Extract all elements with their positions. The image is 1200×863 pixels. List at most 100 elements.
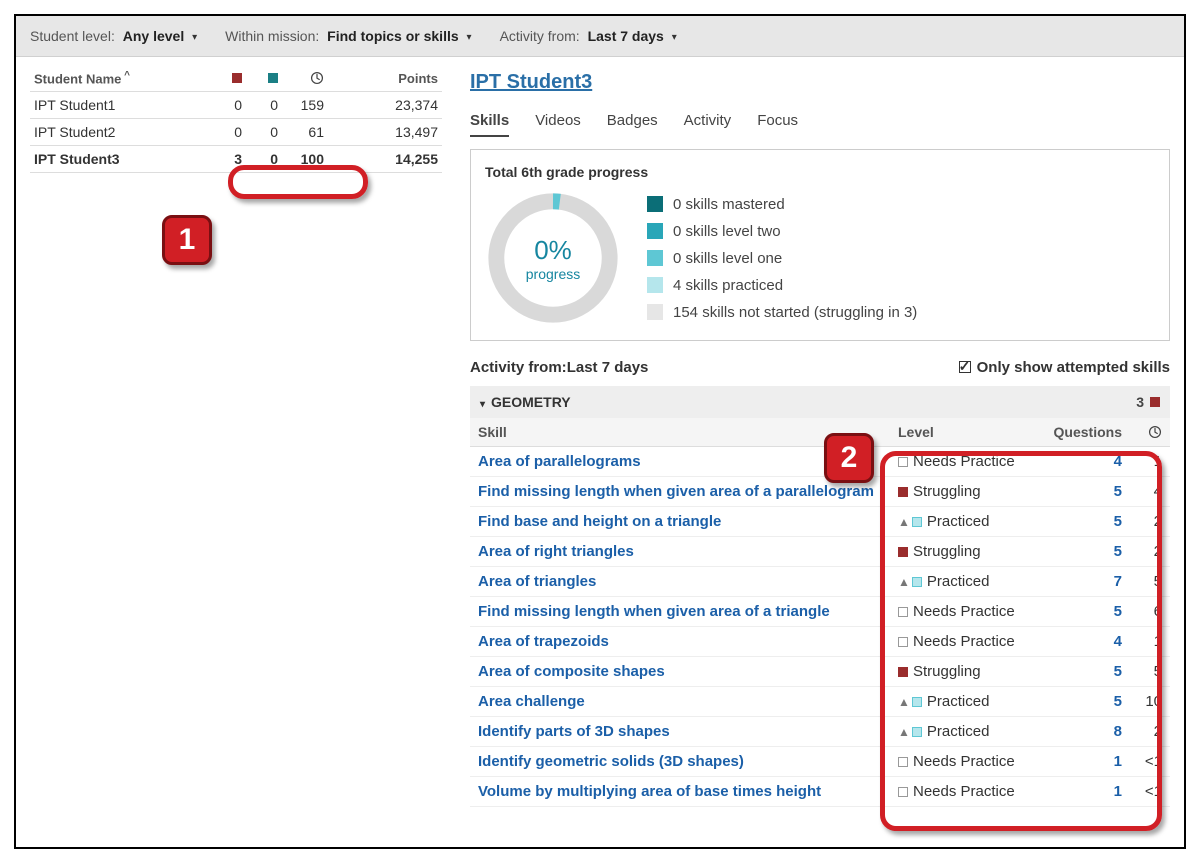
student-table: Student Name ^ Points IPT Student1001592… (30, 65, 442, 173)
cell-questions: 5 (1040, 507, 1130, 537)
level-icon (898, 787, 908, 797)
clock-icon (310, 71, 324, 86)
activity-from-label: Activity from:Last 7 days (470, 359, 648, 376)
cell-time: 1 (1130, 627, 1170, 657)
skill-link[interactable]: Find missing length when given area of a… (478, 603, 830, 620)
skill-link[interactable]: Area of trapezoids (478, 633, 609, 650)
skill-link[interactable]: Area of triangles (478, 573, 596, 590)
col-mastered[interactable] (246, 65, 282, 92)
table-row: Area of parallelogramsNeeds Practice41 (470, 447, 1170, 477)
skill-link[interactable]: Find missing length when given area of a… (478, 483, 874, 500)
swatch-icon (647, 196, 663, 212)
table-row: Find missing length when given area of a… (470, 477, 1170, 507)
tab-skills[interactable]: Skills (470, 112, 509, 137)
cell-time: 6 (1130, 597, 1170, 627)
cell-questions: 7 (1040, 567, 1130, 597)
col-points[interactable]: Points (328, 65, 442, 92)
tab-videos[interactable]: Videos (535, 112, 581, 137)
swatch-icon (647, 223, 663, 239)
skill-link[interactable]: Identify parts of 3D shapes (478, 723, 670, 740)
legend-level-two: 0 skills level two (647, 223, 917, 240)
col-questions[interactable]: Questions (1040, 418, 1130, 447)
skill-link[interactable]: Find base and height on a triangle (478, 513, 721, 530)
chevron-down-icon: ▾ (192, 32, 197, 43)
table-row: Find missing length when given area of a… (470, 597, 1170, 627)
cell-questions: 1 (1040, 777, 1130, 807)
progress-ring: 0% progress (485, 190, 621, 326)
legend-not-started: 154 skills not started (struggling in 3) (647, 304, 917, 321)
arrow-up-icon: ▲ (898, 725, 910, 739)
cell-time: <1 (1130, 747, 1170, 777)
clock-icon (1148, 424, 1162, 440)
only-attempted-toggle[interactable]: Only show attempted skills (959, 359, 1170, 376)
cell-level: ▲Practiced (890, 567, 1040, 597)
table-row: Identify parts of 3D shapes▲Practiced82 (470, 717, 1170, 747)
progress-title: Total 6th grade progress (485, 164, 1155, 180)
chevron-down-icon: ▾ (467, 32, 472, 43)
col-skill[interactable]: Skill (470, 418, 890, 447)
legend-practiced: 4 skills practiced (647, 277, 917, 294)
col-struggling[interactable] (210, 65, 246, 92)
student-name-link[interactable]: IPT Student3 (470, 71, 1170, 94)
mastered-icon (268, 73, 278, 83)
table-row: Volume by multiplying area of base times… (470, 777, 1170, 807)
cell-time: 159 (282, 92, 328, 119)
level-icon (898, 607, 908, 617)
filter-student-level[interactable]: Student level: Any level ▾ (30, 28, 197, 44)
arrow-up-icon: ▲ (898, 515, 910, 529)
legend-level-one: 0 skills level one (647, 250, 917, 267)
level-icon (912, 697, 922, 707)
student-name: IPT Student2 (30, 119, 210, 146)
cell-struggling: 0 (210, 92, 246, 119)
cell-questions: 4 (1040, 627, 1130, 657)
table-row[interactable]: IPT Student33010014,255 (30, 146, 442, 173)
skill-link[interactable]: Volume by multiplying area of base times… (478, 783, 821, 800)
tab-activity[interactable]: Activity (684, 112, 732, 137)
table-row[interactable]: IPT Student2006113,497 (30, 119, 442, 146)
tab-focus[interactable]: Focus (757, 112, 798, 137)
col-time[interactable] (1130, 418, 1170, 447)
cell-time: 4 (1130, 477, 1170, 507)
cell-struggling: 0 (210, 119, 246, 146)
cell-level: Needs Practice (890, 447, 1040, 477)
cell-struggling: 3 (210, 146, 246, 173)
col-student-name[interactable]: Student Name ^ (30, 65, 210, 92)
filter-value: Find topics or skills (327, 28, 458, 44)
progress-percent: 0% (534, 235, 572, 266)
level-icon (912, 727, 922, 737)
cell-level: Needs Practice (890, 597, 1040, 627)
skill-link[interactable]: Area of composite shapes (478, 663, 665, 680)
filter-within-mission[interactable]: Within mission: Find topics or skills ▾ (225, 28, 471, 44)
cell-level: Needs Practice (890, 777, 1040, 807)
table-row: Area challenge▲Practiced510 (470, 687, 1170, 717)
cell-time: <1 (1130, 777, 1170, 807)
tab-badges[interactable]: Badges (607, 112, 658, 137)
col-time[interactable] (282, 65, 328, 92)
cell-points: 14,255 (328, 146, 442, 173)
cell-questions: 5 (1040, 687, 1130, 717)
cell-questions: 8 (1040, 717, 1130, 747)
filter-label: Activity from: (500, 28, 580, 44)
arrow-up-icon: ▲ (898, 695, 910, 709)
skill-link[interactable]: Area of parallelograms (478, 453, 641, 470)
arrow-up-icon: ▲ (898, 575, 910, 589)
skill-link[interactable]: Area of right triangles (478, 543, 634, 560)
skill-link[interactable]: Identify geometric solids (3D shapes) (478, 753, 744, 770)
skill-link[interactable]: Area challenge (478, 693, 585, 710)
progress-legend: 0 skills mastered 0 skills level two 0 s… (647, 196, 917, 321)
level-icon (898, 547, 908, 557)
table-row[interactable]: IPT Student10015923,374 (30, 92, 442, 119)
cell-time: 1 (1130, 447, 1170, 477)
table-row: Area of trapezoidsNeeds Practice41 (470, 627, 1170, 657)
col-level[interactable]: Level (890, 418, 1040, 447)
filter-activity-from[interactable]: Activity from: Last 7 days ▾ (500, 28, 677, 44)
swatch-icon (647, 277, 663, 293)
level-icon (912, 577, 922, 587)
section-header-geometry[interactable]: ▾GEOMETRY 3 (470, 386, 1170, 418)
skills-table: Skill Level Questions Area of parallelog… (470, 418, 1170, 807)
table-row: Area of composite shapesStruggling55 (470, 657, 1170, 687)
swatch-icon (647, 304, 663, 320)
cell-time: 5 (1130, 657, 1170, 687)
cell-time: 61 (282, 119, 328, 146)
cell-level: Needs Practice (890, 747, 1040, 777)
